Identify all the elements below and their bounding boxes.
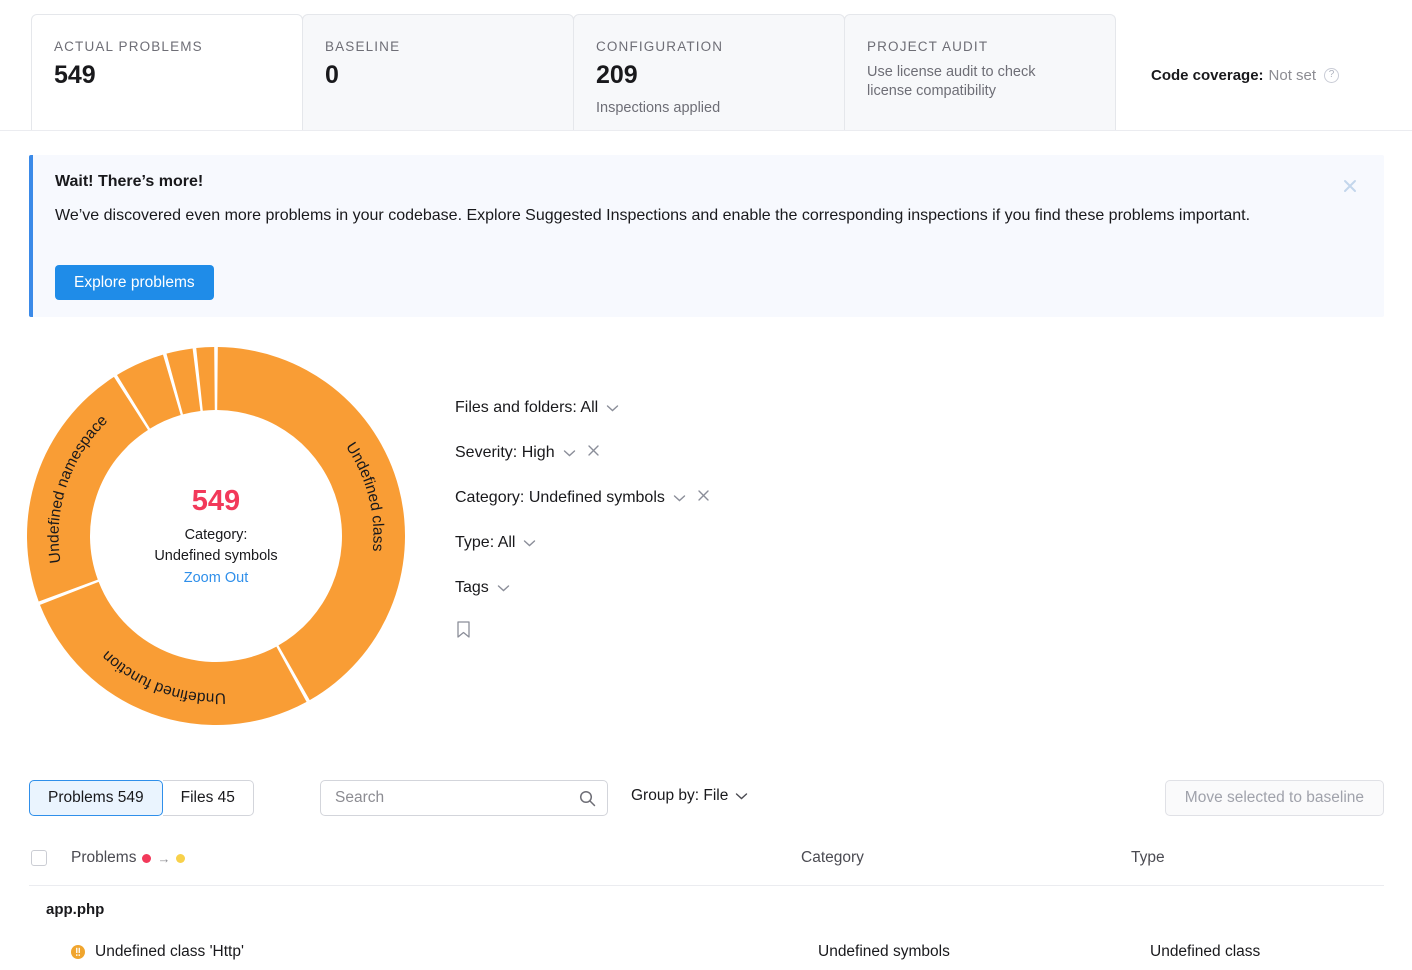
zoom-out-link[interactable]: Zoom Out	[116, 570, 316, 586]
donut-category-value: Undefined symbols	[154, 548, 277, 564]
banner-body: We’ve discovered even more problems in y…	[55, 203, 1310, 229]
group-by-selector[interactable]: Group by: File	[631, 787, 748, 805]
summary-tab-configuration[interactable]: CONFIGURATION 209 Inspections applied	[573, 14, 845, 130]
summary-tab-label: ACTUAL PROBLEMS	[54, 39, 302, 54]
filter-type[interactable]: Type: All	[455, 530, 536, 555]
summary-tab-actual-problems[interactable]: ACTUAL PROBLEMS 549	[31, 14, 303, 130]
banner-title: Wait! There’s more!	[55, 173, 203, 191]
clear-filter-icon[interactable]	[587, 444, 600, 462]
arrow-right-icon: →	[157, 851, 170, 866]
severity-sort-from-icon	[142, 854, 151, 863]
filter-label[interactable]: Tags	[455, 579, 489, 597]
problem-title: Undefined class 'Http'	[95, 943, 244, 961]
severity-sort-to-icon	[176, 854, 185, 863]
summary-tab-value: 549	[54, 62, 302, 90]
chevron-down-icon[interactable]	[497, 579, 510, 597]
column-header-type[interactable]: Type	[1131, 849, 1165, 867]
column-header-label: Problems	[71, 849, 136, 867]
summary-tab-baseline[interactable]: BASELINE 0	[302, 14, 574, 130]
summary-tab-project-audit[interactable]: PROJECT AUDIT Use license audit to check…	[844, 14, 1116, 130]
suggested-inspections-banner: Wait! There’s more! We’ve discovered eve…	[29, 155, 1384, 317]
problem-type: Undefined class	[1150, 943, 1260, 961]
code-coverage-label: Code coverage:	[1151, 67, 1264, 84]
tab-problems[interactable]: Problems 549	[29, 780, 163, 816]
help-icon[interactable]: ?	[1324, 68, 1339, 83]
bookmark-icon[interactable]	[455, 620, 472, 640]
chevron-down-icon[interactable]	[606, 399, 619, 417]
view-mode-switch: Problems 549 Files 45	[29, 780, 254, 816]
filter-label[interactable]: Category: Undefined symbols	[455, 489, 665, 507]
chevron-down-icon[interactable]	[735, 787, 748, 805]
donut-slice[interactable]	[40, 582, 307, 725]
table-row[interactable]: Undefined class 'Http' Undefined symbols…	[70, 939, 1410, 965]
select-all-checkbox[interactable]	[31, 850, 47, 866]
close-icon[interactable]	[1340, 176, 1360, 196]
chevron-down-icon[interactable]	[563, 444, 576, 462]
problems-table-header: Problems → Category Type	[29, 845, 1384, 886]
summary-bar: ACTUAL PROBLEMS 549 BASELINE 0 CONFIGURA…	[0, 0, 1412, 131]
search-icon[interactable]	[579, 790, 596, 807]
chevron-down-icon[interactable]	[523, 534, 536, 552]
warning-icon	[70, 944, 86, 960]
summary-tab-value: 0	[325, 62, 573, 90]
group-by-label: Group by: File	[631, 787, 728, 805]
donut-center-summary: 549 Category: Undefined symbols Zoom Out	[116, 486, 316, 586]
filter-severity[interactable]: Severity: High	[455, 440, 600, 465]
donut-total-value: 549	[116, 486, 316, 516]
move-selected-to-baseline-button[interactable]: Move selected to baseline	[1165, 780, 1384, 816]
column-header-category[interactable]: Category	[801, 849, 864, 867]
filter-tags[interactable]: Tags	[455, 575, 510, 600]
search-box[interactable]	[320, 780, 608, 816]
summary-tab-label: PROJECT AUDIT	[867, 39, 1115, 54]
search-input[interactable]	[333, 781, 573, 815]
code-coverage-value[interactable]: Not set	[1269, 67, 1317, 84]
filter-label[interactable]: Type: All	[455, 534, 515, 552]
filter-label[interactable]: Severity: High	[455, 444, 555, 462]
summary-tab-list: ACTUAL PROBLEMS 549 BASELINE 0 CONFIGURA…	[0, 0, 1115, 130]
column-header-problems[interactable]: Problems →	[71, 849, 185, 867]
tab-files[interactable]: Files 45	[163, 780, 254, 816]
problems-toolbar: Problems 549 Files 45 Group by: File Mov…	[29, 780, 1384, 818]
filter-label[interactable]: Files and folders: All	[455, 399, 598, 417]
filter-category[interactable]: Category: Undefined symbols	[455, 485, 710, 510]
summary-tab-value: 209	[596, 62, 844, 90]
file-group-header[interactable]: app.php	[46, 901, 104, 918]
summary-tab-subtext: Inspections applied	[596, 100, 844, 116]
summary-tab-label: CONFIGURATION	[596, 39, 844, 54]
filter-panel: Files and folders: All Severity: High Ca…	[455, 395, 955, 640]
chevron-down-icon[interactable]	[673, 489, 686, 507]
summary-tab-description: Use license audit to check license compa…	[867, 63, 1082, 101]
explore-problems-button[interactable]: Explore problems	[55, 265, 214, 300]
problem-category: Undefined symbols	[818, 943, 950, 961]
filter-files-and-folders[interactable]: Files and folders: All	[455, 395, 619, 420]
category-donut-chart[interactable]: Undefined classUndefined functionUndefin…	[27, 347, 405, 725]
inspection-results-page: ACTUAL PROBLEMS 549 BASELINE 0 CONFIGURA…	[0, 0, 1412, 970]
summary-tab-label: BASELINE	[325, 39, 573, 54]
clear-filter-icon[interactable]	[697, 489, 710, 507]
code-coverage-status: Code coverage: Not set ?	[1151, 64, 1339, 86]
donut-category-text: Category: Undefined symbols	[116, 526, 316, 567]
donut-category-label: Category:	[185, 528, 248, 544]
